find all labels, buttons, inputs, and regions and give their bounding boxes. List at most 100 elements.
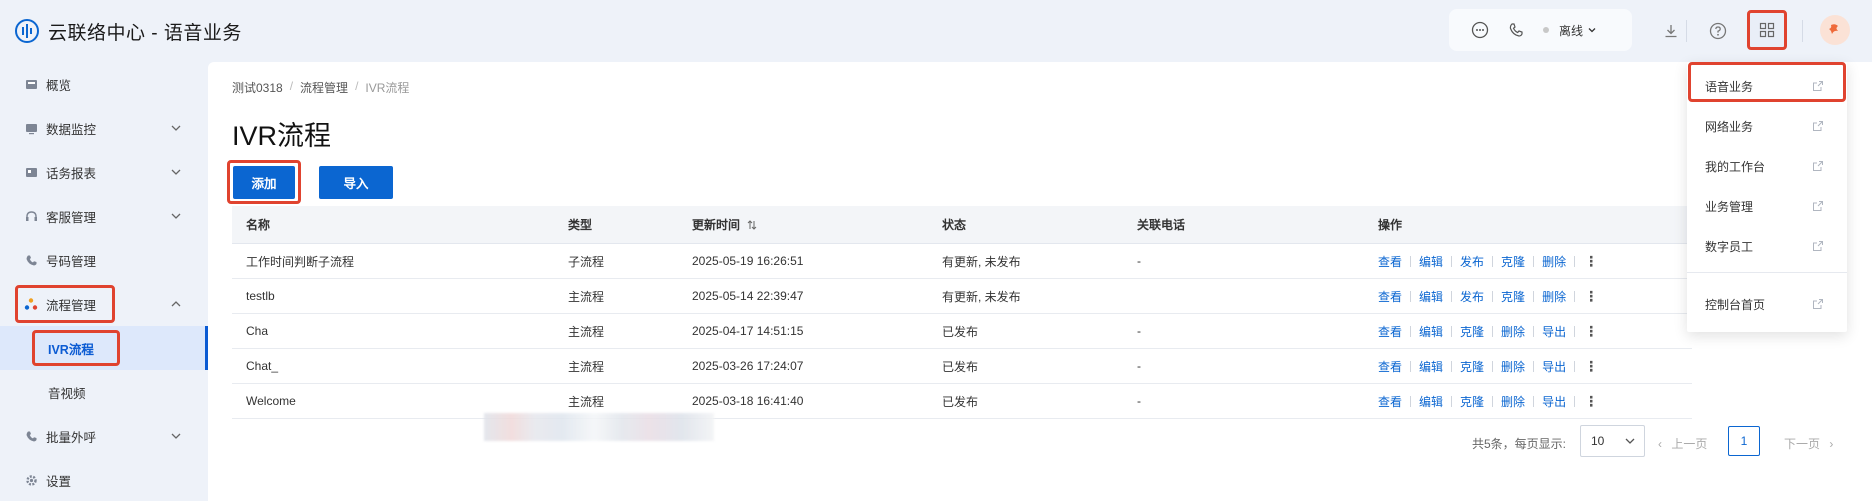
op-divider xyxy=(1451,360,1453,372)
column-header-actions: 操作 xyxy=(1378,218,1403,232)
menu-item-business-mgmt[interactable]: 业务管理 xyxy=(1687,186,1847,226)
edit-link[interactable]: 编辑 xyxy=(1419,288,1443,305)
more-icon[interactable]: ⋮ xyxy=(1584,253,1598,270)
delete-link[interactable]: 删除 xyxy=(1501,358,1525,375)
sidebar-item-agent-mgmt[interactable]: 客服管理 xyxy=(0,194,208,238)
page-size-select[interactable]: 10 xyxy=(1580,425,1645,457)
view-link[interactable]: 查看 xyxy=(1378,323,1402,340)
op-divider xyxy=(1492,290,1494,302)
sidebar-item-data-monitor[interactable]: 数据监控 xyxy=(0,106,208,150)
sidebar: 概览 数据监控 话务报表 客服管理 号码管理 流程管理 IVR流程 音视频 批量… xyxy=(0,62,208,501)
column-header-name: 名称 xyxy=(246,218,271,232)
cell-phone: - xyxy=(1137,324,1141,338)
agent-status-select[interactable]: 离线 xyxy=(1543,22,1597,39)
app-title: 云联络中心 - 语音业务 xyxy=(48,22,242,44)
sort-icon[interactable] xyxy=(746,219,758,231)
table-row: 工作时间判断子流程 子流程 2025-05-19 16:26:51 有更新, 未… xyxy=(232,244,1692,279)
download-icon[interactable] xyxy=(1658,18,1684,44)
op-divider xyxy=(1451,395,1453,407)
menu-item-digital-staff[interactable]: 数字员工 xyxy=(1687,226,1847,266)
sidebar-item-audio-video[interactable]: 音视频 xyxy=(0,370,208,414)
page-number-current[interactable]: 1 xyxy=(1728,426,1760,456)
view-link[interactable]: 查看 xyxy=(1378,358,1402,375)
menu-item-console-home[interactable]: 控制台首页 xyxy=(1687,284,1847,324)
op-divider xyxy=(1533,290,1535,302)
help-icon[interactable] xyxy=(1705,18,1731,44)
clone-link[interactable]: 克隆 xyxy=(1501,288,1525,305)
external-link-icon xyxy=(1813,299,1823,309)
cell-status: 有更新, 未发布 xyxy=(942,254,1021,269)
op-divider xyxy=(1574,395,1576,407)
delete-link[interactable]: 删除 xyxy=(1542,253,1566,270)
op-divider xyxy=(1492,255,1494,267)
prev-page-button[interactable]: ‹ 上一页 xyxy=(1658,435,1707,452)
more-icon[interactable]: ⋮ xyxy=(1584,358,1598,375)
clone-link[interactable]: 克隆 xyxy=(1460,358,1484,375)
publish-link[interactable]: 发布 xyxy=(1460,253,1484,270)
phone-icon[interactable] xyxy=(1503,17,1529,43)
page-size-value: 10 xyxy=(1591,434,1605,448)
sidebar-item-settings[interactable]: 设置 xyxy=(0,458,208,501)
grid-icon xyxy=(1759,22,1775,38)
chevron-down-icon xyxy=(171,433,181,439)
menu-item-my-workbench[interactable]: 我的工作台 xyxy=(1687,146,1847,186)
edit-link[interactable]: 编辑 xyxy=(1419,323,1443,340)
cell-type: 主流程 xyxy=(568,359,605,374)
menu-divider xyxy=(1687,272,1847,273)
breadcrumb-item[interactable]: 流程管理 xyxy=(300,79,348,96)
publish-link[interactable]: 发布 xyxy=(1460,288,1484,305)
chevron-down-icon xyxy=(1625,438,1635,444)
breadcrumb-separator: / xyxy=(355,79,359,93)
cell-actions: 查看 编辑 克隆 删除 导出 ⋮ xyxy=(1378,384,1598,418)
op-divider xyxy=(1451,325,1453,337)
op-divider xyxy=(1533,325,1535,337)
cell-status: 已发布 xyxy=(942,324,979,339)
export-link[interactable]: 导出 xyxy=(1542,393,1566,410)
cell-updated: 2025-05-14 22:39:47 xyxy=(692,289,804,303)
export-link[interactable]: 导出 xyxy=(1542,358,1566,375)
more-icon[interactable]: ⋮ xyxy=(1584,288,1598,305)
clone-link[interactable]: 克隆 xyxy=(1460,393,1484,410)
delete-link[interactable]: 删除 xyxy=(1501,393,1525,410)
divider xyxy=(1802,20,1803,42)
edit-link[interactable]: 编辑 xyxy=(1419,393,1443,410)
delete-link[interactable]: 删除 xyxy=(1501,323,1525,340)
menu-item-label: 控制台首页 xyxy=(1705,297,1766,312)
view-link[interactable]: 查看 xyxy=(1378,393,1402,410)
sidebar-item-batch-outbound[interactable]: 批量外呼 xyxy=(0,414,208,458)
chevron-down-icon xyxy=(171,169,181,175)
app-switcher-button[interactable] xyxy=(1747,10,1787,50)
edit-link[interactable]: 编辑 xyxy=(1419,253,1443,270)
breadcrumb-item[interactable]: 测试0318 xyxy=(232,79,283,96)
chat-icon[interactable] xyxy=(1467,17,1493,43)
delete-link[interactable]: 删除 xyxy=(1542,288,1566,305)
more-icon[interactable]: ⋮ xyxy=(1584,393,1598,410)
page-title: IVR流程 xyxy=(232,121,332,151)
view-link[interactable]: 查看 xyxy=(1378,288,1402,305)
edit-link[interactable]: 编辑 xyxy=(1419,358,1443,375)
sidebar-item-number-mgmt[interactable]: 号码管理 xyxy=(0,238,208,282)
external-link-icon xyxy=(1813,161,1823,171)
sidebar-item-call-report[interactable]: 话务报表 xyxy=(0,150,208,194)
chevron-right-icon: › xyxy=(1829,437,1834,451)
menu-item-label: 数字员工 xyxy=(1705,239,1754,254)
op-divider xyxy=(1533,395,1535,407)
brand: 云联络中心 - 语音业务 xyxy=(14,18,242,45)
menu-item-network-business[interactable]: 网络业务 xyxy=(1687,106,1847,146)
more-icon[interactable]: ⋮ xyxy=(1584,323,1598,340)
view-link[interactable]: 查看 xyxy=(1378,253,1402,270)
sidebar-item-overview[interactable]: 概览 xyxy=(0,62,208,106)
next-page-button[interactable]: 下一页 › xyxy=(1784,435,1833,452)
op-divider xyxy=(1492,360,1494,372)
clone-link[interactable]: 克隆 xyxy=(1460,323,1484,340)
headset-icon xyxy=(24,209,38,223)
avatar[interactable] xyxy=(1820,15,1850,45)
column-header-updated[interactable]: 更新时间 xyxy=(692,206,758,243)
report-icon xyxy=(24,165,38,179)
import-button[interactable]: 导入 xyxy=(319,166,393,199)
clone-link[interactable]: 克隆 xyxy=(1501,253,1525,270)
column-header-phone: 关联电话 xyxy=(1137,218,1186,232)
add-button-highlight xyxy=(227,160,301,204)
pagination-total: 共5条，每页显示: xyxy=(1472,437,1567,451)
export-link[interactable]: 导出 xyxy=(1542,323,1566,340)
